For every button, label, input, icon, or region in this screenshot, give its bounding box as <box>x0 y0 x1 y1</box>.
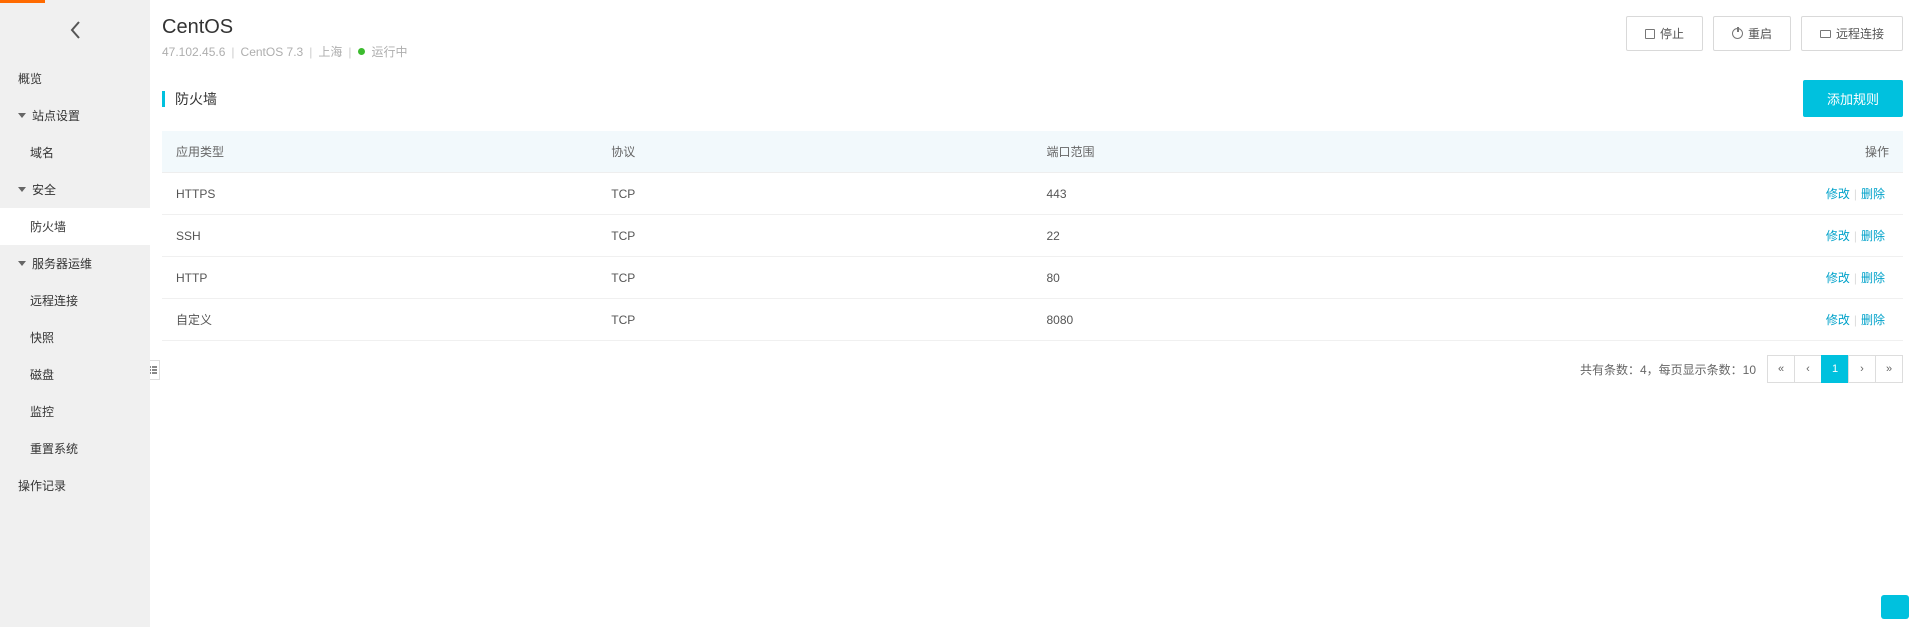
page-last-button[interactable]: » <box>1875 355 1903 383</box>
col-action: 操作 <box>1694 131 1903 173</box>
col-app-type: 应用类型 <box>162 131 597 173</box>
server-ip: 47.102.45.6 <box>162 45 225 59</box>
sidebar-item-monitor[interactable]: 监控 <box>0 393 150 430</box>
cell-app-type: HTTP <box>162 257 597 299</box>
sidebar-group-server-ops[interactable]: 服务器运维 <box>0 245 150 282</box>
sidebar-item-label: 操作记录 <box>18 477 66 494</box>
section-title: 防火墙 <box>162 89 217 109</box>
cell-app-type: 自定义 <box>162 299 597 341</box>
button-label: 远程连接 <box>1836 25 1884 42</box>
delete-link[interactable]: 删除 <box>1857 271 1889 285</box>
cell-action: 修改|删除 <box>1694 173 1903 215</box>
delete-link[interactable]: 删除 <box>1857 229 1889 243</box>
caret-down-icon <box>18 261 26 266</box>
table-row: 自定义TCP8080修改|删除 <box>162 299 1903 341</box>
sidebar-item-label: 域名 <box>30 144 54 161</box>
cell-action: 修改|删除 <box>1694 257 1903 299</box>
page-title: CentOS <box>162 16 408 39</box>
cell-protocol: TCP <box>597 173 1032 215</box>
chat-support-button[interactable] <box>1881 595 1909 619</box>
sidebar-item-remote-connect[interactable]: 远程连接 <box>0 282 150 319</box>
cell-port-range: 80 <box>1033 257 1695 299</box>
cell-port-range: 443 <box>1033 173 1695 215</box>
sidebar-item-label: 远程连接 <box>30 292 78 309</box>
cell-port-range: 8080 <box>1033 299 1695 341</box>
sidebar-item-label: 安全 <box>32 181 56 198</box>
sidebar-item-label: 防火墙 <box>30 218 66 235</box>
sidebar-item-snapshot[interactable]: 快照 <box>0 319 150 356</box>
sidebar-item-label: 监控 <box>30 403 54 420</box>
caret-down-icon <box>18 187 26 192</box>
sidebar-group-site-settings[interactable]: 站点设置 <box>0 97 150 134</box>
back-button[interactable] <box>0 0 150 60</box>
separator: | <box>231 45 234 59</box>
stop-icon <box>1645 29 1655 39</box>
sidebar: 概览 站点设置 域名 安全 防火墙 服务器运维 远程连接 快照 磁盘 监控 重置… <box>0 0 150 627</box>
cell-port-range: 22 <box>1033 215 1695 257</box>
pagination: « ‹ 1 › » <box>1768 355 1903 383</box>
button-label: 重启 <box>1748 25 1772 42</box>
cell-action: 修改|删除 <box>1694 215 1903 257</box>
sidebar-group-security[interactable]: 安全 <box>0 171 150 208</box>
sidebar-item-overview[interactable]: 概览 <box>0 60 150 97</box>
sidebar-item-label: 快照 <box>30 329 54 346</box>
caret-down-icon <box>18 113 26 118</box>
section-title-label: 防火墙 <box>175 89 217 109</box>
chevron-left-icon <box>69 20 81 40</box>
sidebar-item-disk[interactable]: 磁盘 <box>0 356 150 393</box>
page-first-button[interactable]: « <box>1767 355 1795 383</box>
col-protocol: 协议 <box>597 131 1032 173</box>
button-label: 停止 <box>1660 25 1684 42</box>
table-row: HTTPTCP80修改|删除 <box>162 257 1903 299</box>
cell-app-type: SSH <box>162 215 597 257</box>
sidebar-item-label: 重置系统 <box>30 440 78 457</box>
sidebar-collapse-toggle[interactable] <box>150 360 160 380</box>
separator: | <box>348 45 351 59</box>
server-status: 运行中 <box>372 43 408 60</box>
server-os: CentOS 7.3 <box>241 45 304 59</box>
delete-link[interactable]: 删除 <box>1857 313 1889 327</box>
page-next-button[interactable]: › <box>1848 355 1876 383</box>
main-content: CentOS 47.102.45.6 | CentOS 7.3 | 上海 | 运… <box>150 0 1913 627</box>
pagination-summary: 共有条数：4，每页显示条数：10 <box>1580 361 1756 378</box>
page-number-button[interactable]: 1 <box>1821 355 1849 383</box>
server-region: 上海 <box>318 43 342 60</box>
page-prev-button[interactable]: ‹ <box>1794 355 1822 383</box>
edit-link[interactable]: 修改 <box>1822 313 1854 327</box>
sidebar-item-firewall[interactable]: 防火墙 <box>0 208 150 245</box>
cell-protocol: TCP <box>597 215 1032 257</box>
edit-link[interactable]: 修改 <box>1822 229 1854 243</box>
sidebar-item-label: 站点设置 <box>32 107 80 124</box>
sidebar-item-label: 服务器运维 <box>32 255 92 272</box>
edit-link[interactable]: 修改 <box>1822 187 1854 201</box>
sidebar-item-domain[interactable]: 域名 <box>0 134 150 171</box>
cell-protocol: TCP <box>597 257 1032 299</box>
table-row: SSHTCP22修改|删除 <box>162 215 1903 257</box>
remote-icon <box>1820 30 1831 38</box>
sidebar-item-reset-system[interactable]: 重置系统 <box>0 430 150 467</box>
collapse-icon <box>150 366 157 374</box>
sidebar-item-operation-log[interactable]: 操作记录 <box>0 467 150 504</box>
delete-link[interactable]: 删除 <box>1857 187 1889 201</box>
edit-link[interactable]: 修改 <box>1822 271 1854 285</box>
col-port-range: 端口范围 <box>1033 131 1695 173</box>
firewall-table: 应用类型 协议 端口范围 操作 HTTPSTCP443修改|删除SSHTCP22… <box>162 131 1903 341</box>
remote-connect-button[interactable]: 远程连接 <box>1801 16 1903 51</box>
reboot-icon <box>1732 28 1743 39</box>
status-dot-icon <box>358 48 365 55</box>
separator: | <box>309 45 312 59</box>
cell-app-type: HTTPS <box>162 173 597 215</box>
sidebar-item-label: 概览 <box>18 70 42 87</box>
top-accent-bar <box>0 0 45 3</box>
stop-button[interactable]: 停止 <box>1626 16 1703 51</box>
cell-protocol: TCP <box>597 299 1032 341</box>
cell-action: 修改|删除 <box>1694 299 1903 341</box>
add-rule-button[interactable]: 添加规则 <box>1803 80 1903 117</box>
sidebar-item-label: 磁盘 <box>30 366 54 383</box>
reboot-button[interactable]: 重启 <box>1713 16 1791 51</box>
table-row: HTTPSTCP443修改|删除 <box>162 173 1903 215</box>
